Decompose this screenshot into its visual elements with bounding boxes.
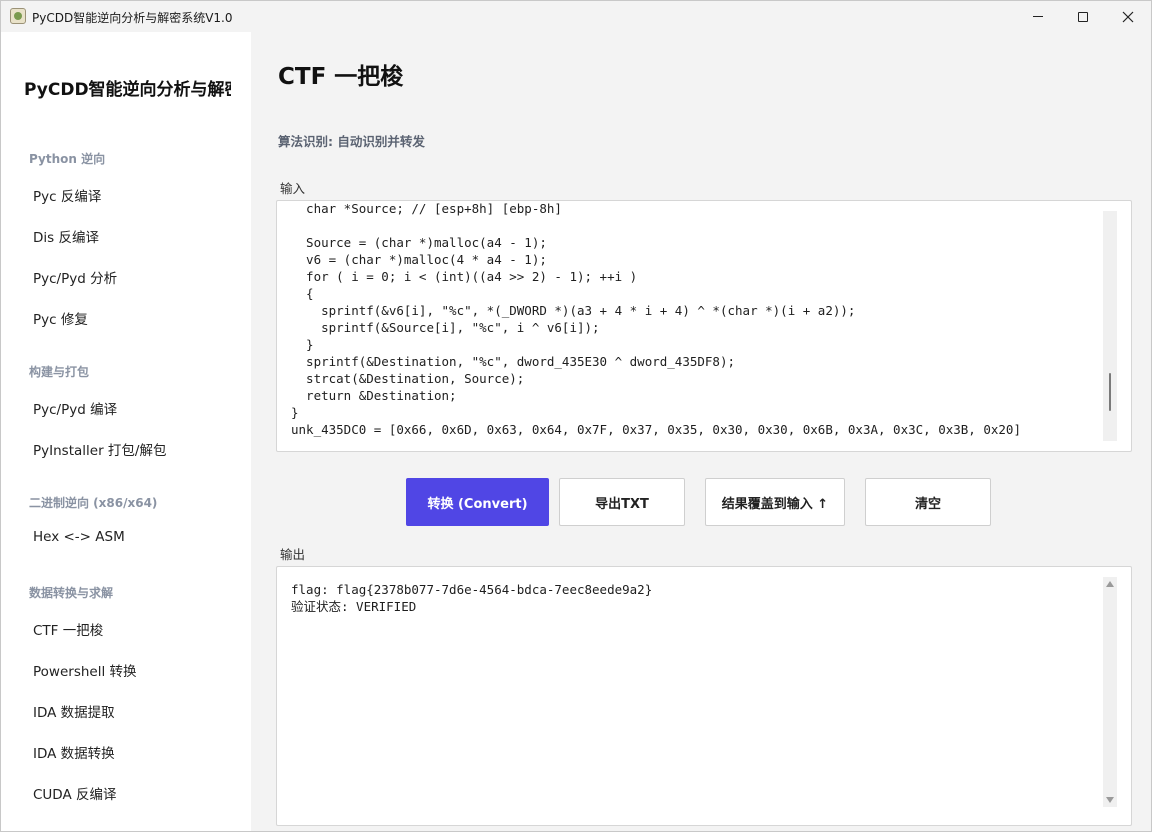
sidebar-item-pyc-repair[interactable]: Pyc 修复: [33, 308, 88, 328]
input-label: 输入: [280, 181, 306, 196]
sidebar-item-ida-convert[interactable]: IDA 数据转换: [33, 742, 115, 762]
sidebar-item-pyc-pyd-compile[interactable]: Pyc/Pyd 编译: [33, 398, 117, 418]
sidebar-app-title: PyCDD智能逆向分析与解密: [24, 80, 231, 100]
scroll-up-arrow-icon[interactable]: [1106, 581, 1114, 587]
input-scrollbar[interactable]: [1103, 211, 1117, 441]
input-textarea[interactable]: char *Source; // [esp+8h] [ebp-8h] Sourc…: [276, 200, 1132, 452]
sidebar-item-pyc-pyd-analysis[interactable]: Pyc/Pyd 分析: [33, 267, 117, 287]
sidebar-item-pyc-decompile[interactable]: Pyc 反编译: [33, 185, 101, 205]
sidebar-item-hex-asm[interactable]: Hex <-> ASM: [33, 529, 125, 545]
input-scroll-thumb[interactable]: [1109, 373, 1111, 411]
algorithm-detection-label: 算法识别: 自动识别并转发: [278, 134, 425, 149]
app-window: PyCDD智能逆向分析与解密系统V1.0 PyCDD智能逆向分析与解密 Pyth…: [0, 0, 1152, 832]
sidebar-item-powershell-convert[interactable]: Powershell 转换: [33, 660, 137, 680]
scroll-down-arrow-icon[interactable]: [1106, 797, 1114, 803]
sidebar-item-dis-decompile[interactable]: Dis 反编译: [33, 226, 99, 246]
input-code-text: char *Source; // [esp+8h] [ebp-8h] Sourc…: [291, 201, 1021, 437]
sidebar-item-cuda-decompile[interactable]: CUDA 反编译: [33, 783, 117, 803]
maximize-icon: [1078, 11, 1088, 22]
nav-section-data-convert: 数据转换与求解: [29, 586, 114, 600]
convert-button[interactable]: 转换 (Convert): [406, 478, 549, 526]
maximize-button[interactable]: [1060, 1, 1106, 32]
output-textarea[interactable]: flag: flag{2378b077-7d6e-4564-bdca-7eec8…: [276, 566, 1132, 826]
app-logo-icon: [10, 8, 26, 24]
minimize-icon: [1033, 16, 1043, 17]
nav-section-python-reverse: Python 逆向: [29, 152, 106, 166]
main-panel: CTF 一把梭 算法识别: 自动识别并转发 输入 char *Source; /…: [251, 32, 1151, 831]
window-title: PyCDD智能逆向分析与解密系统V1.0: [32, 11, 233, 25]
minimize-button[interactable]: [1015, 1, 1061, 32]
sidebar-item-ida-extract[interactable]: IDA 数据提取: [33, 701, 115, 721]
sidebar-item-ctf-oneshot[interactable]: CTF 一把梭: [33, 619, 103, 639]
close-button[interactable]: [1105, 1, 1151, 32]
output-scrollbar[interactable]: [1103, 577, 1117, 807]
overwrite-input-button[interactable]: 结果覆盖到输入 ↑: [705, 478, 845, 526]
output-label: 输出: [280, 547, 306, 562]
close-icon: [1122, 11, 1134, 22]
title-bar: PyCDD智能逆向分析与解密系统V1.0: [1, 1, 1151, 32]
page-title: CTF 一把梭: [278, 64, 404, 90]
sidebar-item-pyinstaller[interactable]: PyInstaller 打包/解包: [33, 439, 166, 459]
clear-button[interactable]: 清空: [865, 478, 991, 526]
nav-section-build-pack: 构建与打包: [29, 365, 90, 379]
export-txt-button[interactable]: 导出TXT: [559, 478, 685, 526]
sidebar: PyCDD智能逆向分析与解密 Python 逆向 Pyc 反编译 Dis 反编译…: [1, 32, 251, 831]
nav-section-binary-reverse: 二进制逆向 (x86/x64): [29, 496, 158, 510]
output-code-text: flag: flag{2378b077-7d6e-4564-bdca-7eec8…: [291, 582, 653, 614]
